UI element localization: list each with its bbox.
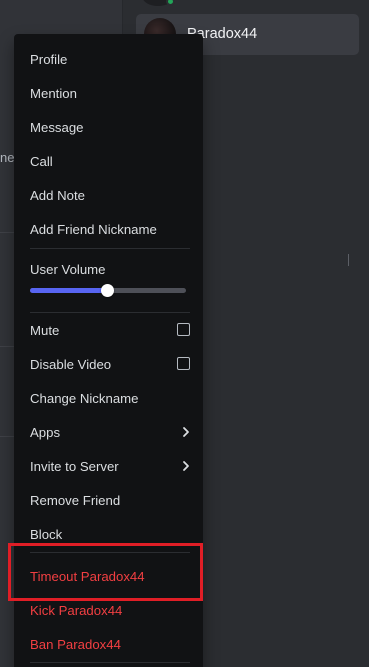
menu-item-remove-friend[interactable]: Remove Friend — [22, 484, 196, 516]
menu-item-call[interactable]: Call — [22, 145, 196, 177]
menu-item-mention[interactable]: Mention — [22, 77, 196, 109]
divider — [0, 436, 14, 437]
menu-item-profile[interactable]: Profile — [22, 43, 196, 75]
chevron-right-icon — [183, 461, 189, 471]
user-volume-slider[interactable] — [30, 284, 186, 297]
menu-item-invite-to-server[interactable]: Invite to Server — [22, 450, 196, 482]
menu-item-change-nickname[interactable]: Change Nickname — [22, 382, 196, 414]
menu-item-message[interactable]: Message — [22, 111, 196, 143]
menu-separator — [30, 248, 190, 249]
mute-checkbox[interactable] — [177, 323, 190, 336]
menu-item-label: Mute — [30, 322, 60, 338]
menu-item-kick[interactable]: Kick Paradox44 — [22, 594, 196, 626]
disable-video-checkbox[interactable] — [177, 357, 190, 370]
volume-slider-handle[interactable] — [101, 284, 114, 297]
divider — [0, 232, 14, 233]
menu-item-add-note[interactable]: Add Note — [22, 179, 196, 211]
menu-item-disable-video[interactable]: Disable Video — [22, 348, 196, 380]
menu-item-ban[interactable]: Ban Paradox44 — [22, 628, 196, 660]
user-context-menu: Profile Mention Message Call Add Note Ad… — [14, 34, 203, 667]
menu-item-label: Apps — [30, 424, 61, 440]
chevron-right-icon — [183, 427, 189, 437]
menu-item-add-friend-nickname[interactable]: Add Friend Nickname — [22, 213, 196, 245]
menu-item-mute[interactable]: Mute — [22, 314, 196, 346]
scrollbar-mark — [348, 254, 349, 266]
menu-item-label: Invite to Server — [30, 458, 119, 474]
menu-separator — [30, 312, 190, 313]
menu-item-block[interactable]: Block — [22, 518, 196, 550]
chat-text-fragment: ne — [0, 150, 15, 165]
menu-separator — [30, 552, 190, 553]
divider — [0, 346, 14, 347]
volume-slider-fill — [30, 288, 108, 293]
menu-item-apps[interactable]: Apps — [22, 416, 196, 448]
menu-item-timeout[interactable]: Timeout Paradox44 — [22, 560, 196, 592]
user-volume-label: User Volume — [30, 262, 106, 277]
menu-separator — [30, 662, 190, 663]
menu-item-label: Disable Video — [30, 356, 112, 372]
